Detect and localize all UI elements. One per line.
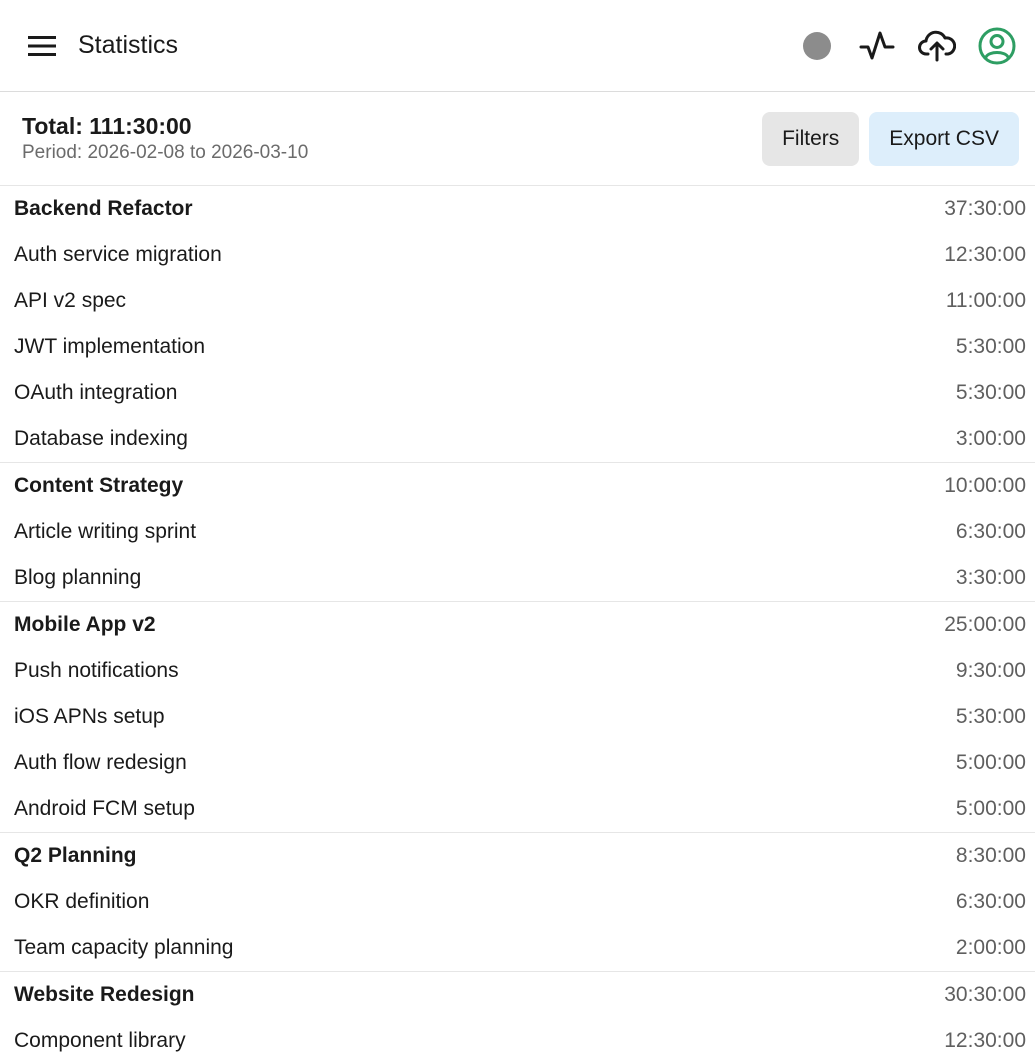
task-row[interactable]: iOS APNs setup 5:30:00 [0, 694, 1035, 740]
task-row[interactable]: API v2 spec 11:00:00 [0, 278, 1035, 324]
cloud-upload-button[interactable] [915, 24, 959, 68]
page-title: Statistics [78, 31, 179, 59]
project-row-name: Mobile App v2 [14, 613, 156, 636]
task-row-name: API v2 spec [14, 289, 127, 312]
project-row-duration: 25:00:00 [944, 613, 1026, 636]
project-row-duration: 37:30:00 [944, 197, 1026, 220]
activity-button[interactable] [855, 24, 899, 68]
task-row-name: Auth service migration [14, 243, 222, 266]
task-row[interactable]: Auth flow redesign 5:00:00 [0, 740, 1035, 786]
task-row[interactable]: Push notifications 9:30:00 [0, 648, 1035, 694]
project-row-duration: 10:00:00 [944, 474, 1026, 497]
cloud-upload-icon [918, 30, 956, 61]
menu-icon [28, 35, 56, 56]
task-row-name: Push notifications [14, 659, 179, 682]
task-row-duration: 6:30:00 [955, 520, 1026, 543]
task-row-duration: 5:30:00 [955, 705, 1026, 728]
project-row[interactable]: Q2 Planning 8:30:00 [0, 833, 1035, 879]
project-row-duration: 8:30:00 [955, 844, 1026, 867]
task-row-name: Blog planning [14, 566, 142, 589]
task-row-name: Database indexing [14, 427, 188, 450]
project-row[interactable]: Content Strategy 10:00:00 [0, 463, 1035, 509]
task-row-duration: 3:00:00 [955, 427, 1026, 450]
period-range: Period: 2026-02-08 to 2026-03-10 [22, 142, 309, 163]
task-row-name: Android FCM setup [14, 797, 195, 820]
task-row-name: Component library [14, 1029, 186, 1052]
app-bar: Statistics [0, 0, 1035, 92]
filters-button[interactable]: Filters [762, 111, 860, 166]
task-row-duration: 3:30:00 [955, 566, 1026, 589]
project-row[interactable]: Backend Refactor 37:30:00 [0, 186, 1035, 232]
task-row[interactable]: Auth service migration 12:30:00 [0, 232, 1035, 278]
task-row-duration: 5:30:00 [955, 381, 1026, 404]
menu-button[interactable] [26, 30, 58, 62]
task-row[interactable]: Article writing sprint 6:30:00 [0, 509, 1035, 555]
task-row-name: iOS APNs setup [14, 705, 165, 728]
project-group: Content Strategy 10:00:00 Article writing … [0, 463, 1035, 602]
project-row[interactable]: Website Redesign 30:30:00 [0, 972, 1035, 1018]
task-row[interactable]: OKR definition 6:30:00 [0, 879, 1035, 925]
task-row-duration: 5:00:00 [955, 797, 1026, 820]
task-row-duration: 6:30:00 [955, 890, 1026, 913]
task-row-duration: 2:00:00 [955, 936, 1026, 959]
project-group: Website Redesign 30:30:00 Component librar… [0, 972, 1035, 1055]
task-row-name: Auth flow redesign [14, 751, 187, 774]
project-group: Mobile App v2 25:00:00 Push notifications 9… [0, 602, 1035, 833]
task-row[interactable]: Component library 12:30:00 [0, 1018, 1035, 1055]
task-row-duration: 9:30:00 [955, 659, 1026, 682]
task-row[interactable]: Android FCM setup 5:00:00 [0, 786, 1035, 832]
total-duration: Total: 111:30:00 [22, 113, 192, 139]
task-row-name: OAuth integration [14, 381, 178, 404]
task-row-name: OKR definition [14, 890, 150, 913]
task-row-duration: 11:00:00 [945, 289, 1026, 312]
account-icon [978, 27, 1016, 64]
sync-status-indicator[interactable] [795, 24, 839, 68]
status-dot-icon [803, 31, 831, 60]
project-row[interactable]: Mobile App v2 25:00:00 [0, 602, 1035, 648]
project-row-name: Website Redesign [14, 983, 195, 1006]
project-group: Q2 Planning 8:30:00 OKR definition 6:30:00 T… [0, 833, 1035, 972]
project-group: Backend Refactor 37:30:00 Auth service mig… [0, 186, 1035, 463]
project-row-name: Backend Refactor [14, 197, 193, 220]
task-row-name: JWT implementation [14, 335, 206, 358]
task-row[interactable]: Database indexing 3:00:00 [0, 416, 1035, 462]
task-row-duration: 5:00:00 [955, 751, 1026, 774]
account-button[interactable] [975, 24, 1019, 68]
task-row[interactable]: Blog planning 3:30:00 [0, 555, 1035, 601]
task-row-name: Team capacity planning [14, 936, 234, 959]
project-row-duration: 30:30:00 [944, 983, 1026, 1006]
task-row[interactable]: JWT implementation 5:30:00 [0, 324, 1035, 370]
statistics-list: Backend Refactor 37:30:00 Auth service mig… [0, 186, 1035, 1055]
task-row-name: Article writing sprint [14, 520, 197, 543]
task-row[interactable]: OAuth integration 5:30:00 [0, 370, 1035, 416]
export-csv-button[interactable]: Export CSV [869, 111, 1019, 166]
project-row-name: Content Strategy [14, 474, 184, 497]
task-row[interactable]: Team capacity planning 2:00:00 [0, 925, 1035, 971]
task-row-duration: 12:30:00 [944, 1029, 1026, 1052]
task-row-duration: 12:30:00 [944, 243, 1026, 266]
task-row-duration: 5:30:00 [955, 335, 1026, 358]
summary-bar: Total: 111:30:00 Period: 2026-02-08 to 2… [0, 92, 1035, 186]
project-row-name: Q2 Planning [14, 844, 137, 867]
activity-icon [859, 31, 895, 59]
